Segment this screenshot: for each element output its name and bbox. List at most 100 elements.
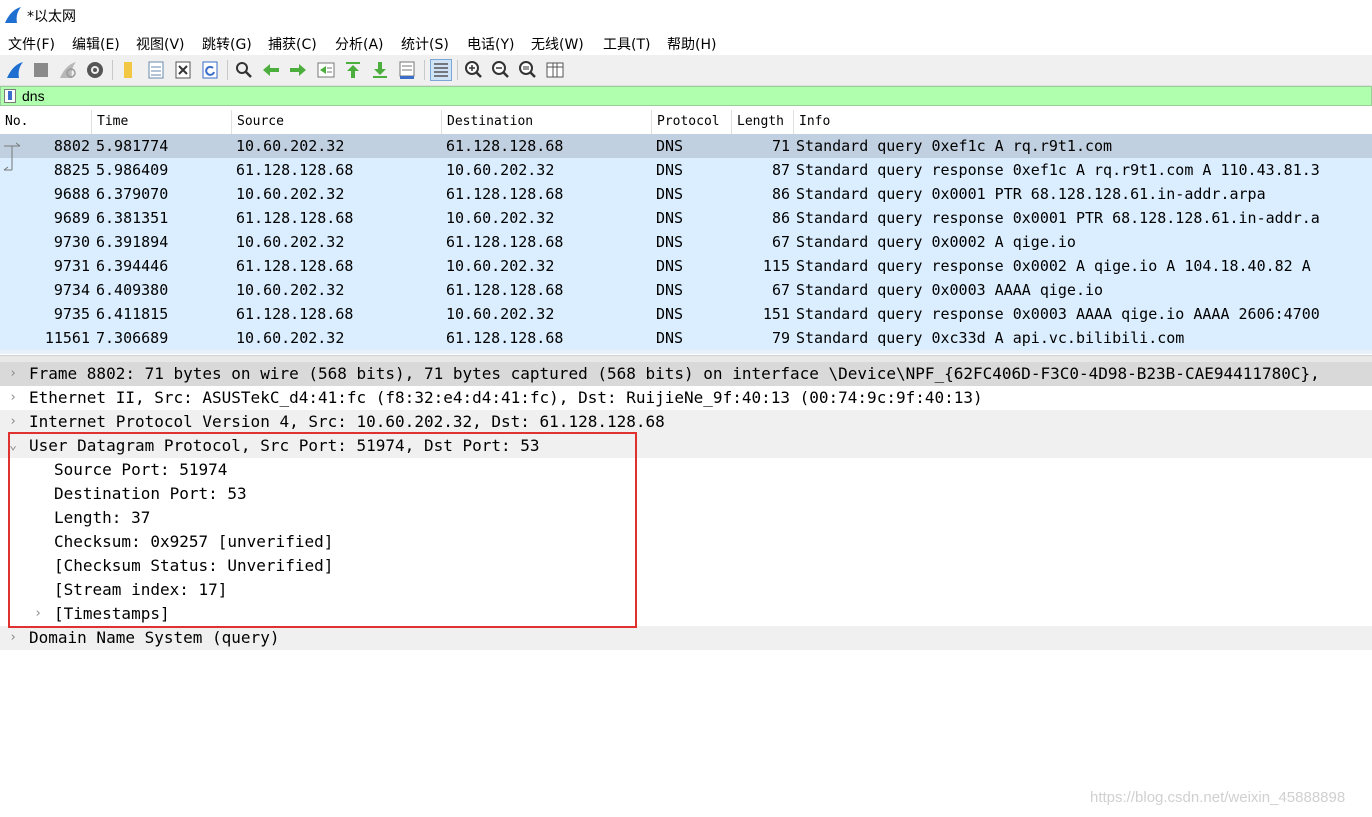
detail-tree-label: [Timestamps] xyxy=(54,604,170,623)
detail-tree-item[interactable]: › Domain Name System (query) xyxy=(0,626,1372,650)
detail-tree-item[interactable]: Destination Port: 53 xyxy=(0,482,1372,506)
packet-time: 6.379070 xyxy=(96,185,169,203)
column-header-length[interactable]: Length xyxy=(732,110,794,134)
zoom-in-icon[interactable] xyxy=(463,59,485,81)
packet-info: Standard query 0x0003 AAAA qige.io xyxy=(796,281,1104,299)
toolbar-separator xyxy=(457,60,458,80)
expand-arrow-icon[interactable]: › xyxy=(7,410,19,434)
packet-protocol: DNS xyxy=(656,161,684,179)
detail-tree-item[interactable]: [Stream index: 17] xyxy=(0,578,1372,602)
packet-row[interactable]: 8802 5.981774 10.60.202.32 61.128.128.68 DNS… xyxy=(0,134,1372,158)
normal-size-icon[interactable] xyxy=(517,59,539,81)
menu-help[interactable]: 帮助(H) xyxy=(667,34,716,54)
menu-view[interactable]: 视图(V) xyxy=(136,34,185,54)
menu-telephony[interactable]: 电话(Y) xyxy=(467,34,514,54)
packet-info: Standard query 0x0002 A qige.io xyxy=(796,233,1076,251)
packet-protocol: DNS xyxy=(656,209,684,227)
go-to-packet-icon[interactable] xyxy=(315,59,337,81)
collapse-arrow-icon[interactable]: ⌄ xyxy=(7,434,19,458)
go-forward-icon[interactable] xyxy=(287,59,309,81)
menu-statistics[interactable]: 统计(S) xyxy=(401,34,449,54)
packet-source: 61.128.128.68 xyxy=(236,305,354,323)
packet-row[interactable]: 9689 6.381351 61.128.128.68 10.60.202.32 DNS… xyxy=(0,206,1372,230)
capture-options-icon[interactable] xyxy=(84,59,106,81)
menu-wireless[interactable]: 无线(W) xyxy=(531,34,584,54)
detail-tree-item[interactable]: › Frame 8802: 71 bytes on wire (568 bits)… xyxy=(0,362,1372,386)
packet-row[interactable]: 9735 6.411815 61.128.128.68 10.60.202.32 DNS… xyxy=(0,302,1372,326)
packet-length: 151 xyxy=(762,305,790,323)
reload-file-icon[interactable] xyxy=(199,59,221,81)
detail-tree-label: Length: 37 xyxy=(54,508,151,527)
menu-file[interactable]: 文件(F) xyxy=(8,34,55,54)
packet-no: 9731 xyxy=(53,257,90,275)
packet-row[interactable]: 9688 6.379070 10.60.202.32 61.128.128.68 DNS… xyxy=(0,182,1372,206)
packet-list-header: No. Time Source Destination Protocol Len… xyxy=(0,110,1372,135)
detail-tree-item[interactable]: Length: 37 xyxy=(0,506,1372,530)
expand-arrow-icon[interactable]: › xyxy=(7,386,19,410)
packet-destination: 10.60.202.32 xyxy=(446,209,555,227)
related-packet-arrows-icon xyxy=(3,142,21,171)
packet-time: 5.986409 xyxy=(96,161,169,179)
expand-arrow-icon[interactable]: › xyxy=(32,602,44,626)
window-title: *以太网 xyxy=(27,9,76,25)
detail-tree-item[interactable]: › Internet Protocol Version 4, Src: 10.60… xyxy=(0,410,1372,434)
start-capture-icon[interactable] xyxy=(4,59,26,81)
packet-row[interactable]: 11561 7.306689 10.60.202.32 61.128.128.68 DN… xyxy=(0,326,1372,350)
toolbar-separator xyxy=(424,60,425,80)
detail-tree-label: Ethernet II, Src: ASUSTekC_d4:41:fc (f8:… xyxy=(29,388,983,407)
find-packet-icon[interactable] xyxy=(233,59,255,81)
expand-arrow-icon[interactable]: › xyxy=(7,362,19,386)
packet-source: 10.60.202.32 xyxy=(236,137,345,155)
packet-info: Standard query 0xef1c A rq.r9t1.com xyxy=(796,137,1113,155)
menu-capture[interactable]: 捕获(C) xyxy=(268,34,317,54)
packet-protocol: DNS xyxy=(656,233,684,251)
resize-columns-icon[interactable] xyxy=(544,59,566,81)
packet-time: 5.981774 xyxy=(96,137,169,155)
detail-tree-item[interactable]: [Checksum Status: Unverified] xyxy=(0,554,1372,578)
packet-row[interactable]: 8825 5.986409 61.128.128.68 10.60.202.32 DNS… xyxy=(0,158,1372,182)
packet-info: Standard query response 0x0002 A qige.io… xyxy=(796,257,1311,275)
toolbar-separator xyxy=(112,60,113,80)
zoom-out-icon[interactable] xyxy=(490,59,512,81)
menu-analyze[interactable]: 分析(A) xyxy=(335,34,384,54)
detail-tree-label: Internet Protocol Version 4, Src: 10.60.… xyxy=(29,412,665,431)
packet-row[interactable]: 9734 6.409380 10.60.202.32 61.128.128.68 DNS… xyxy=(0,278,1372,302)
column-header-protocol[interactable]: Protocol xyxy=(652,110,732,134)
title-bar: *以太网 xyxy=(0,0,1372,30)
packet-time: 7.306689 xyxy=(96,329,169,347)
last-packet-icon[interactable] xyxy=(369,59,391,81)
colorize-icon[interactable] xyxy=(430,59,452,81)
menu-go[interactable]: 跳转(G) xyxy=(202,34,252,54)
filter-bookmark-icon[interactable] xyxy=(4,89,16,103)
close-file-icon[interactable] xyxy=(172,59,194,81)
detail-tree-item[interactable]: › [Timestamps] xyxy=(0,602,1372,626)
column-header-no[interactable]: No. xyxy=(0,110,92,134)
autoscroll-icon[interactable] xyxy=(396,59,418,81)
packet-row[interactable]: 9731 6.394446 61.128.128.68 10.60.202.32 DNS… xyxy=(0,254,1372,278)
first-packet-icon[interactable] xyxy=(342,59,364,81)
display-filter-input[interactable] xyxy=(22,87,1362,105)
menu-edit[interactable]: 编辑(E) xyxy=(72,34,120,54)
open-file-icon[interactable] xyxy=(117,59,139,81)
column-header-source[interactable]: Source xyxy=(232,110,442,134)
packet-no: 9689 xyxy=(53,209,90,227)
go-back-icon[interactable] xyxy=(260,59,282,81)
detail-tree-item[interactable]: ⌄ User Datagram Protocol, Src Port: 51974… xyxy=(0,434,1372,458)
expand-arrow-icon[interactable]: › xyxy=(7,626,19,650)
stop-capture-icon[interactable] xyxy=(30,59,52,81)
detail-tree-label: Destination Port: 53 xyxy=(54,484,247,503)
restart-capture-icon[interactable] xyxy=(57,59,79,81)
packet-destination: 10.60.202.32 xyxy=(446,305,555,323)
detail-tree-label: Source Port: 51974 xyxy=(54,460,228,479)
column-header-info[interactable]: Info xyxy=(794,110,1372,134)
main-toolbar xyxy=(0,55,1372,86)
packet-row[interactable]: 9730 6.391894 10.60.202.32 61.128.128.68 DNS… xyxy=(0,230,1372,254)
save-file-icon[interactable] xyxy=(145,59,167,81)
watermark-text: https://blog.csdn.net/weixin_45888898 xyxy=(1090,789,1346,806)
detail-tree-item[interactable]: › Ethernet II, Src: ASUSTekC_d4:41:fc (f8… xyxy=(0,386,1372,410)
menu-tools[interactable]: 工具(T) xyxy=(603,34,650,54)
detail-tree-item[interactable]: Checksum: 0x9257 [unverified] xyxy=(0,530,1372,554)
column-header-destination[interactable]: Destination xyxy=(442,110,652,134)
column-header-time[interactable]: Time xyxy=(92,110,232,134)
detail-tree-item[interactable]: Source Port: 51974 xyxy=(0,458,1372,482)
